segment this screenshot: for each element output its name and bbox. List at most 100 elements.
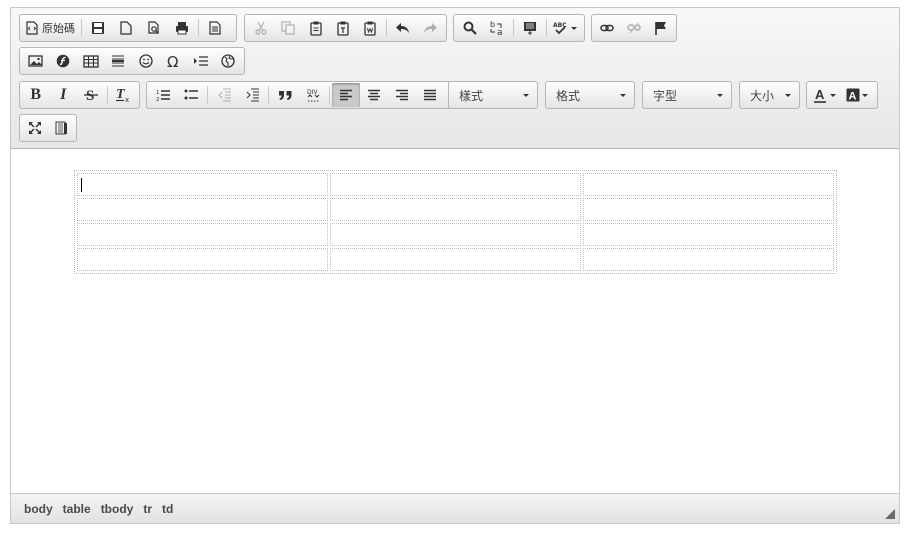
align-left-button[interactable] [332,83,360,107]
path-item-td[interactable]: td [157,502,178,516]
remove-format-button[interactable]: Tx [109,83,137,107]
text-color-icon: A [814,88,826,103]
paste-icon [309,21,322,36]
strike-button[interactable]: S [77,83,105,107]
table-button[interactable] [77,49,105,73]
table-cell[interactable] [330,223,581,246]
iframe-button[interactable] [215,49,243,73]
print-button[interactable] [168,16,196,40]
maximize-button[interactable] [22,116,48,140]
table-cell[interactable] [330,198,581,221]
blockquote-button[interactable] [271,83,299,107]
font-combo[interactable]: 字型 [642,81,732,109]
table-row [77,248,834,271]
remove-format-icon: Tx [116,87,129,103]
smiley-button[interactable] [132,49,160,73]
paste-text-icon [337,21,349,36]
chevron-down-icon [571,26,578,30]
unlink-button[interactable] [621,16,648,40]
format-combo[interactable]: 格式 [545,81,635,109]
bulleted-list-button[interactable] [177,83,205,107]
copy-button[interactable] [274,16,301,40]
outdent-button[interactable] [210,83,238,107]
toolbar-group-document: 原始碼 [19,14,237,42]
table-cell[interactable] [583,173,834,196]
toolbar-group-clipboard [244,14,447,42]
chevron-down-icon [830,93,836,97]
align-justify-button[interactable] [416,83,444,107]
search-icon [463,21,477,35]
table-cell[interactable] [330,173,581,196]
styles-combo[interactable]: 樣式 [448,81,538,109]
paste-button[interactable] [302,16,329,40]
align-right-button[interactable] [388,83,416,107]
image-button[interactable] [22,49,50,73]
preview-button[interactable] [140,16,168,40]
new-page-button[interactable] [112,16,140,40]
content-table[interactable] [74,170,837,274]
horizontal-rule-icon [112,55,125,67]
table-cell[interactable] [330,248,581,271]
horizontal-rule-button[interactable] [105,49,133,73]
paste-from-word-button[interactable] [357,16,384,40]
chevron-down-icon [620,93,626,97]
paste-text-button[interactable] [329,16,356,40]
smiley-icon [139,54,153,68]
page-break-button[interactable] [187,49,215,73]
numbered-list-button[interactable]: 12 [149,83,177,107]
path-item-tbody[interactable]: tbody [96,502,139,516]
link-button[interactable] [594,16,621,40]
align-center-button[interactable] [360,83,388,107]
omega-icon: Ω [167,54,178,68]
table-cell[interactable] [77,248,328,271]
source-button[interactable]: 原始碼 [22,16,79,40]
find-button[interactable] [456,16,484,40]
resize-handle[interactable] [885,509,895,519]
separator [386,19,388,37]
link-icon [600,24,615,32]
format-combo-label: 格式 [556,88,581,103]
replace-button[interactable]: ba [484,16,512,40]
special-char-button[interactable]: Ω [160,49,188,73]
bg-color-button[interactable]: A [841,83,873,107]
anchor-button[interactable] [647,16,674,40]
spellcheck-button[interactable]: ABC [549,16,582,40]
table-cell[interactable] [583,223,834,246]
path-item-tr[interactable]: tr [138,502,157,516]
table-cell[interactable] [77,173,328,196]
table-cell[interactable] [583,198,834,221]
separator [207,86,208,104]
templates-button[interactable] [201,16,229,40]
italic-button[interactable]: I [50,83,78,107]
text-color-button[interactable]: A [809,83,841,107]
cut-button[interactable] [247,16,274,40]
indent-button[interactable] [238,83,266,107]
table-body [77,173,834,271]
path-item-table[interactable]: table [58,502,96,516]
table-cell[interactable] [77,198,328,221]
separator [513,19,515,37]
create-div-button[interactable]: DIV [299,83,327,107]
redo-button[interactable] [417,16,444,40]
select-all-button[interactable] [516,16,544,40]
table-cell[interactable] [77,223,328,246]
new-page-icon [120,21,132,35]
copy-icon [281,21,295,35]
size-combo[interactable]: 大小 [739,81,800,109]
flash-button[interactable] [50,49,78,73]
undo-button[interactable] [389,16,416,40]
save-button[interactable] [84,16,112,40]
globe-icon [221,54,235,68]
unlink-icon [627,22,641,34]
chevron-down-icon [523,93,529,97]
svg-text:b: b [490,20,495,29]
separator [268,86,269,104]
path-item-body[interactable]: body [19,502,58,516]
table-cell[interactable] [583,248,834,271]
show-blocks-icon [55,121,67,135]
save-icon [92,22,104,34]
editor-content-area[interactable] [11,150,899,494]
background-color-icon: A [846,88,860,102]
show-blocks-button[interactable] [48,116,74,140]
bold-button[interactable]: B [22,83,50,107]
